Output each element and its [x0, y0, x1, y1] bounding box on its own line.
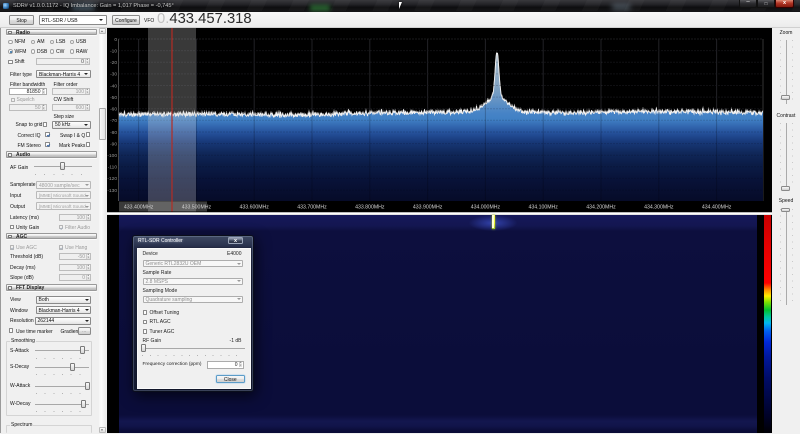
svg-text:-10: -10 [110, 48, 117, 54]
svg-text:434.200MHz: 434.200MHz [586, 205, 616, 211]
svg-text:433.800MHz: 433.800MHz [355, 205, 385, 211]
svg-text:434.400MHz: 434.400MHz [702, 205, 732, 211]
svg-text:434.100MHz: 434.100MHz [528, 205, 558, 211]
svg-text:-100: -100 [107, 153, 117, 159]
svg-text:-70: -70 [110, 118, 117, 124]
svg-text:434.300MHz: 434.300MHz [644, 205, 674, 211]
svg-text:-130: -130 [107, 188, 117, 194]
svg-text:0: 0 [114, 37, 117, 43]
svg-text:433.700MHz: 433.700MHz [297, 205, 327, 211]
svg-text:433.900MHz: 433.900MHz [413, 205, 443, 211]
svg-text:-60: -60 [110, 107, 117, 113]
svg-text:-90: -90 [110, 141, 117, 147]
svg-text:-40: -40 [110, 83, 117, 89]
svg-text:-20: -20 [110, 60, 117, 66]
svg-text:-120: -120 [107, 176, 117, 182]
svg-text:434.000MHz: 434.000MHz [471, 205, 501, 211]
svg-text:-30: -30 [110, 72, 117, 78]
svg-text:-80: -80 [110, 130, 117, 136]
svg-text:-50: -50 [110, 95, 117, 101]
svg-text:433.600MHz: 433.600MHz [239, 205, 269, 211]
svg-text:-110: -110 [108, 165, 118, 171]
